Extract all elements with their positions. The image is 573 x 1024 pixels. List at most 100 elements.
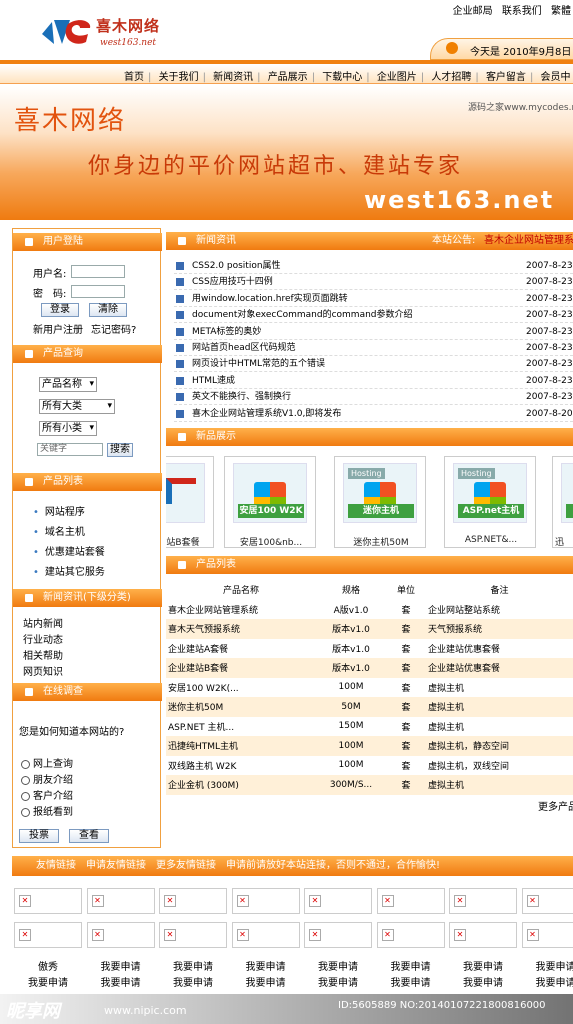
product-name-cell[interactable]: 喜木天气预报系统 [166,619,316,639]
product-name-cell[interactable]: 双线路主机 W2K [166,756,316,776]
survey-option[interactable]: 朋友介绍 [21,771,73,786]
radio-icon[interactable] [21,807,30,817]
sidebar-news-industry[interactable]: 行业动态 [23,631,63,646]
top-link-mail[interactable]: 企业邮局 [453,6,493,17]
friend-link-text[interactable]: 我要申请 [449,958,517,973]
news-title[interactable]: 用window.location.href实现页面跳转 [192,291,348,307]
table-row[interactable]: 迷你主机50M 50M 套虚拟主机 [166,697,573,717]
friend-link-image[interactable] [159,888,227,914]
news-item[interactable]: META标签的奥妙 2007-8-23 [174,324,573,340]
product-name-cell[interactable]: 喜木企业网站管理系统 [166,600,316,620]
password-input[interactable] [71,285,125,298]
friend-link-image[interactable] [521,922,573,948]
survey-option[interactable]: 报纸看到 [21,803,73,818]
friend-link-text[interactable]: 我要申请 [522,974,573,989]
friend-link-text[interactable]: 我要申请 [159,974,227,989]
news-title[interactable]: HTML速成 [192,373,235,389]
friend-link-image[interactable] [231,922,300,948]
nav-guestbook[interactable]: 客户留言 [482,72,530,83]
friend-link-image[interactable] [376,922,445,948]
news-item[interactable]: CSS应用技巧十四例 2007-8-23 [174,274,573,291]
friend-link-text[interactable]: 我要申请 [304,974,372,989]
friend-link-text[interactable]: 我要申请 [14,974,82,989]
sidebar-item-domains[interactable]: 域名主机 [33,523,85,538]
top-link-traditional[interactable]: 繁體 [551,6,571,17]
table-row[interactable]: 双线路主机 W2K 100M 套 虚拟主机，双线空间 [166,756,573,776]
nav-download[interactable]: 下载中心 [318,72,366,83]
sidebar-news-help[interactable]: 相关帮助 [23,647,63,662]
clear-button[interactable]: 清除 [89,303,127,317]
survey-option[interactable]: 网上查询 [21,755,73,770]
logo-icon[interactable] [40,14,92,50]
friend-link-text[interactable]: 我要申请 [159,958,227,973]
sidebar-item-programs[interactable]: 网站程序 [33,503,85,518]
news-title[interactable]: 英文不能换行、强制换行 [192,389,291,405]
friend-link-image[interactable] [14,888,82,914]
view-results-button[interactable]: 查看 [69,829,109,843]
forgot-link[interactable]: 忘记密码? [91,321,136,336]
friend-link-text[interactable]: 我要申请 [522,958,573,973]
news-title[interactable]: 喜木企业网站管理系统V1.0,即将发布 [192,406,341,422]
news-item[interactable]: 网站首页head区代码规范 2007-8-23 [174,340,573,356]
news-item[interactable]: 网页设计中HTML常范的五个错误 2007-8-23 [174,356,573,373]
friend-link-image[interactable] [231,888,300,914]
friend-link-image[interactable] [14,922,82,948]
top-link-contact[interactable]: 联系我们 [502,6,542,17]
product-card[interactable]: Hosting 迷你主机 迷你主机50M [334,456,426,548]
news-title[interactable]: 网页设计中HTML常范的五个错误 [192,356,325,372]
friend-link-image[interactable] [86,888,155,914]
product-caption[interactable]: 安居100&nb... [225,535,317,548]
news-title[interactable]: CSS2.0 position属性 [192,258,281,274]
product-caption[interactable]: ASP.NET&... [445,535,537,545]
product-card[interactable]: Hosting ASP.net主机 ASP.NET&... [444,456,536,548]
friend-link-image[interactable] [86,922,155,948]
friend-link-text[interactable]: 我要申请 [87,958,155,973]
table-row[interactable]: 喜木天气预报系统 版本v1.0 套天气预报系统 [166,619,573,639]
nav-photos[interactable]: 企业图片 [373,72,421,83]
table-row[interactable]: 企业金机 (300M) 300M/S... 套虚拟主机 [166,775,573,795]
radio-icon[interactable] [21,791,30,801]
radio-icon[interactable] [21,775,30,785]
sidebar-news-site[interactable]: 站内新闻 [23,615,63,630]
news-item[interactable]: document对象execCommand的command参数介绍 2007-8-… [174,307,573,324]
friend-link-image[interactable] [376,888,445,914]
radio-icon[interactable] [21,759,30,769]
login-button[interactable]: 登录 [41,303,79,317]
nav-members[interactable]: 会员中 [537,72,573,83]
table-row[interactable]: ASP.NET 主机... 150M 套 虚拟主机 [166,717,573,737]
nav-products[interactable]: 产品展示 [264,72,312,83]
product-card[interactable]: 安居100 W2K 安居100&nb... [224,456,316,548]
product-card[interactable]: 纯 迅 [552,456,573,548]
friend-link-image[interactable] [449,922,517,948]
nav-jobs[interactable]: 人才招聘 [427,72,475,83]
news-item[interactable]: CSS2.0 position属性 2007-8-23 [174,258,573,274]
news-item[interactable]: HTML速成 2007-8-23 [174,373,573,389]
news-title[interactable]: CSS应用技巧十四例 [192,274,273,290]
sidebar-item-packages[interactable]: 优惠建站套餐 [33,543,105,558]
product-name-cell[interactable]: 安居100 W2K(... [166,678,316,698]
product-name-cell[interactable]: ASP.NET 主机... [166,717,316,737]
category-select[interactable]: 所有大类 [39,399,115,414]
nav-home[interactable]: 首页 [120,72,148,83]
news-title[interactable]: META标签的奥妙 [192,324,261,340]
table-row[interactable]: 喜木企业网站管理系统 A版v1.0 套 企业网站整站系统 [166,600,573,620]
survey-option[interactable]: 客户介绍 [21,787,73,802]
friend-link-image[interactable] [159,922,227,948]
register-link[interactable]: 新用户注册 [33,321,83,336]
product-name-select[interactable]: 产品名称 [39,377,97,392]
friend-link-text[interactable]: 我要申请 [449,974,517,989]
friend-link-text[interactable]: 我要申请 [377,958,445,973]
vote-button[interactable]: 投票 [19,829,59,843]
keyword-input[interactable]: 关键字 [37,443,103,456]
more-products-link[interactable]: 更多产品 [538,798,573,813]
sidebar-item-services[interactable]: 建站其它服务 [33,563,105,578]
nav-news[interactable]: 新闻资讯 [209,72,257,83]
subcategory-select[interactable]: 所有小类 [39,421,97,436]
username-input[interactable] [71,265,125,278]
friend-link-text[interactable]: 我要申请 [232,958,300,973]
search-button[interactable]: 搜索 [107,443,133,457]
product-name-cell[interactable]: 企业金机 (300M) [166,775,316,795]
product-name-cell[interactable]: 迅捷纯HTML主机 [166,736,316,756]
news-item[interactable]: 喜木企业网站管理系统V1.0,即将发布 2007-8-20 [174,406,573,422]
friend-link-text[interactable]: 我要申请 [87,974,155,989]
